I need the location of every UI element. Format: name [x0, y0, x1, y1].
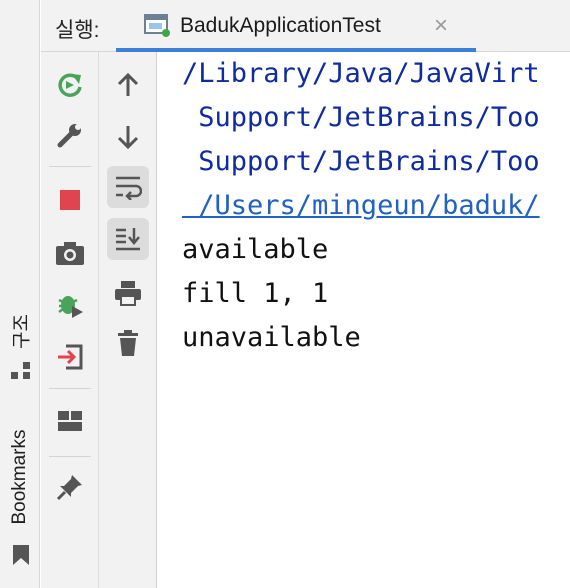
scroll-to-end-icon [116, 228, 140, 251]
close-icon[interactable]: × [434, 12, 448, 40]
print-icon [115, 281, 141, 306]
arrow-up-icon [117, 72, 139, 96]
console-line-command: Support/JetBrains/Too [182, 102, 540, 133]
structure-tab[interactable]: 구조 [7, 314, 34, 349]
arrow-down-icon [117, 126, 139, 150]
next-occurrence-button[interactable] [107, 116, 149, 158]
camera-icon [56, 242, 84, 265]
pin-tab-button[interactable] [49, 466, 91, 508]
trash-icon [118, 330, 138, 356]
console-line-command: Support/JetBrains/Too [182, 146, 540, 177]
stop-icon [60, 190, 80, 210]
pin-icon [56, 475, 82, 501]
print-button[interactable] [107, 272, 149, 314]
exit-icon [58, 344, 83, 370]
soft-wrap-icon [116, 176, 142, 200]
scroll-to-end-toggle[interactable] [107, 218, 149, 260]
exit-button[interactable] [49, 336, 91, 378]
layout-button[interactable] [49, 400, 91, 442]
toolbar-separator [49, 388, 91, 389]
console-line-output: unavailable [182, 322, 361, 353]
console-line-command: /Library/Java/JavaVirt [182, 58, 540, 89]
wrench-icon [57, 124, 81, 148]
previous-occurrence-button[interactable] [107, 64, 149, 106]
clear-all-button[interactable] [107, 322, 149, 364]
tab-title: BadukApplicationTest [180, 14, 381, 37]
run-label: 실행: [55, 19, 100, 42]
toolbar-separator [49, 456, 91, 457]
run-toolbar-primary [41, 52, 99, 588]
side-stripe: 구조 Bookmarks [0, 0, 40, 588]
console-line-output: available [182, 234, 329, 265]
structure-icon[interactable] [11, 362, 31, 380]
structure-tab-label: 구조 [11, 314, 33, 349]
debug-bug-icon [58, 296, 83, 318]
run-toolbar-secondary [99, 52, 157, 588]
toolbar-separator [49, 166, 91, 167]
rerun-button[interactable] [49, 64, 91, 106]
console-output[interactable]: /Library/Java/JavaVirt Support/JetBrains… [158, 52, 570, 588]
bookmark-icon[interactable] [12, 544, 30, 566]
rerun-icon [58, 73, 82, 97]
edit-configuration-button[interactable] [49, 114, 91, 156]
soft-wrap-toggle[interactable] [107, 166, 149, 208]
console-line-output: fill 1, 1 [182, 278, 329, 309]
run-config-icon [144, 14, 170, 37]
tab-baduk-application-test[interactable]: BadukApplicationTest × [116, 0, 476, 52]
dump-threads-button[interactable] [49, 232, 91, 274]
bookmarks-tab[interactable]: Bookmarks [9, 429, 31, 524]
layout-icon [58, 411, 82, 431]
run-tab-bar: 실행: BadukApplicationTest × [41, 0, 570, 52]
bookmarks-tab-label: Bookmarks [9, 429, 30, 525]
debug-button[interactable] [49, 284, 91, 326]
stop-button[interactable] [49, 179, 91, 221]
console-file-link[interactable]: /Users/mingeun/baduk/ [182, 190, 539, 221]
